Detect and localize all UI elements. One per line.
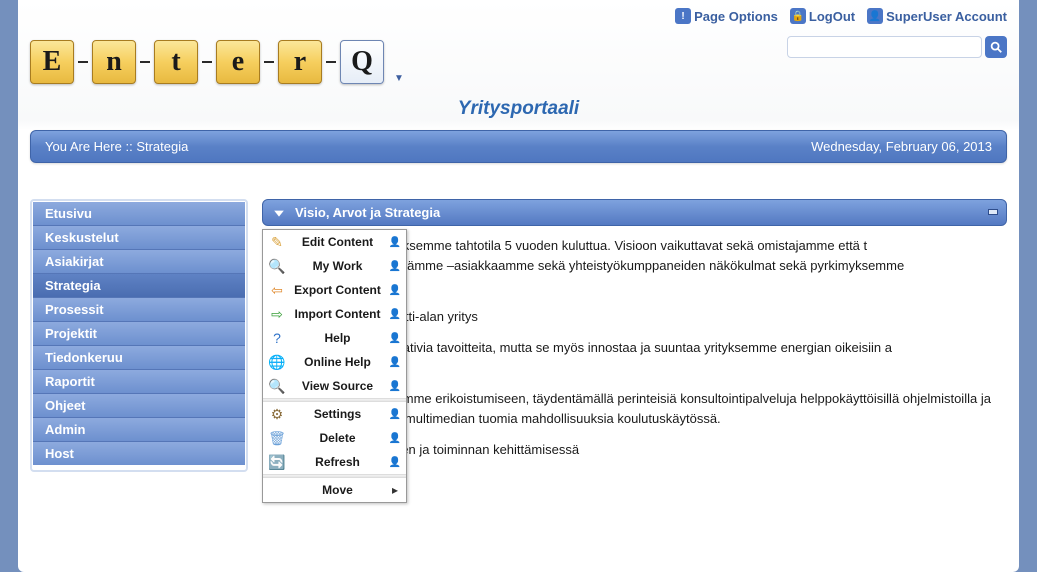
chevron-down-icon[interactable] — [273, 207, 285, 219]
logo-tile: Q — [340, 40, 384, 84]
globe-icon: 🌐 — [263, 354, 291, 371]
menu-item-label: Export Content — [291, 283, 384, 297]
page-options-link[interactable]: !Page Options — [675, 8, 778, 24]
page-options-label: Page Options — [694, 9, 778, 24]
search-icon: 🔍 — [263, 378, 291, 395]
help-icon: ? — [263, 330, 291, 346]
breadcrumb-current: Strategia — [136, 139, 188, 154]
lock-icon: 🔒 — [790, 8, 806, 24]
minimize-icon[interactable] — [988, 209, 998, 215]
logout-label: LogOut — [809, 9, 855, 24]
menu-item[interactable]: ✎Edit Content👤 — [263, 230, 406, 254]
sidebar-item[interactable]: Etusivu — [33, 202, 245, 226]
logo-tile: e — [216, 40, 260, 84]
logo-tile: E — [30, 40, 74, 84]
menu-item-label: Settings — [291, 407, 384, 421]
sidebar-item[interactable]: Projektit — [33, 322, 245, 346]
search-button[interactable] — [985, 36, 1007, 58]
logo-tile: n — [92, 40, 136, 84]
user-scope-icon: 👤 — [384, 357, 406, 368]
sidebar-item[interactable]: Prosessit — [33, 298, 245, 322]
trash-icon: 🗑 — [263, 430, 291, 447]
menu-item-label: Import Content — [291, 307, 384, 321]
menu-item[interactable]: 🗑Delete👤 — [263, 426, 406, 450]
breadcrumb-prefix: You Are Here :: — [45, 139, 133, 154]
import-icon: ⇨ — [263, 306, 291, 323]
sidebar-item[interactable]: Asiakirjat — [33, 250, 245, 274]
sidebar-item[interactable]: Admin — [33, 418, 245, 442]
user-scope-icon: 👤 — [384, 285, 406, 296]
sidebar: EtusivuKeskustelutAsiakirjatStrategiaPro… — [30, 199, 248, 472]
search-icon: 🔍 — [263, 258, 291, 275]
user-scope-icon: 👤 — [384, 261, 406, 272]
search-icon — [989, 40, 1003, 54]
menu-item[interactable]: ⇦Export Content👤 — [263, 278, 406, 302]
menu-item-label: My Work — [291, 259, 384, 273]
account-label: SuperUser Account — [886, 9, 1007, 24]
menu-item[interactable]: Move▸ — [263, 478, 406, 502]
module-title: Visio, Arvot ja Strategia — [295, 205, 440, 220]
context-menu: ✎Edit Content👤🔍My Work👤⇦Export Content👤⇨… — [262, 229, 407, 503]
gear-icon: ⚙ — [263, 406, 291, 423]
user-scope-icon: 👤 — [384, 433, 406, 444]
user-scope-icon: 👤 — [384, 409, 406, 420]
menu-item[interactable]: 🌐Online Help👤 — [263, 350, 406, 374]
menu-item-label: Delete — [291, 431, 384, 445]
menu-item[interactable]: ⚙Settings👤 — [263, 402, 406, 426]
user-scope-icon: 👤 — [384, 237, 406, 248]
info-icon: ! — [675, 8, 691, 24]
submenu-caret-icon: ▸ — [384, 483, 406, 497]
portal-title: Yritysportaali — [30, 98, 1007, 120]
account-link[interactable]: 👤SuperUser Account — [867, 8, 1007, 24]
pencil-icon: ✎ — [263, 234, 291, 251]
menu-item[interactable]: 🔍My Work👤 — [263, 254, 406, 278]
sidebar-item[interactable]: Tiedonkeruu — [33, 346, 245, 370]
sidebar-item[interactable]: Raportit — [33, 370, 245, 394]
user-scope-icon: 👤 — [384, 309, 406, 320]
module-header[interactable]: Visio, Arvot ja Strategia — [262, 199, 1007, 226]
user-scope-icon: 👤 — [384, 381, 406, 392]
logo-tile: r — [278, 40, 322, 84]
logo-tile: t — [154, 40, 198, 84]
sidebar-item[interactable]: Ohjeet — [33, 394, 245, 418]
user-icon: 👤 — [867, 8, 883, 24]
menu-item-label: Help — [291, 331, 384, 345]
menu-item-label: Online Help — [291, 355, 384, 369]
menu-item-label: Refresh — [291, 455, 384, 469]
menu-item[interactable]: 🔍View Source👤 — [263, 374, 406, 398]
menu-item-label: Move — [291, 483, 384, 497]
menu-item[interactable]: ?Help👤 — [263, 326, 406, 350]
logo-dropdown-caret[interactable]: ▼ — [394, 73, 404, 84]
menu-item-label: View Source — [291, 379, 384, 393]
user-scope-icon: 👤 — [384, 333, 406, 344]
user-scope-icon: 👤 — [384, 457, 406, 468]
menu-item[interactable]: 🔄Refresh👤 — [263, 450, 406, 474]
sidebar-item[interactable]: Host — [33, 442, 245, 465]
breadcrumb: You Are Here :: Strategia Wednesday, Feb… — [30, 130, 1007, 163]
export-icon: ⇦ — [263, 282, 291, 299]
logout-link[interactable]: 🔒LogOut — [790, 8, 855, 24]
search-input[interactable] — [787, 36, 982, 58]
sidebar-item[interactable]: Keskustelut — [33, 226, 245, 250]
sidebar-item[interactable]: Strategia — [33, 274, 245, 298]
breadcrumb-date: Wednesday, February 06, 2013 — [811, 139, 992, 154]
menu-item[interactable]: ⇨Import Content👤 — [263, 302, 406, 326]
menu-item-label: Edit Content — [291, 235, 384, 249]
refresh-icon: 🔄 — [263, 454, 291, 471]
